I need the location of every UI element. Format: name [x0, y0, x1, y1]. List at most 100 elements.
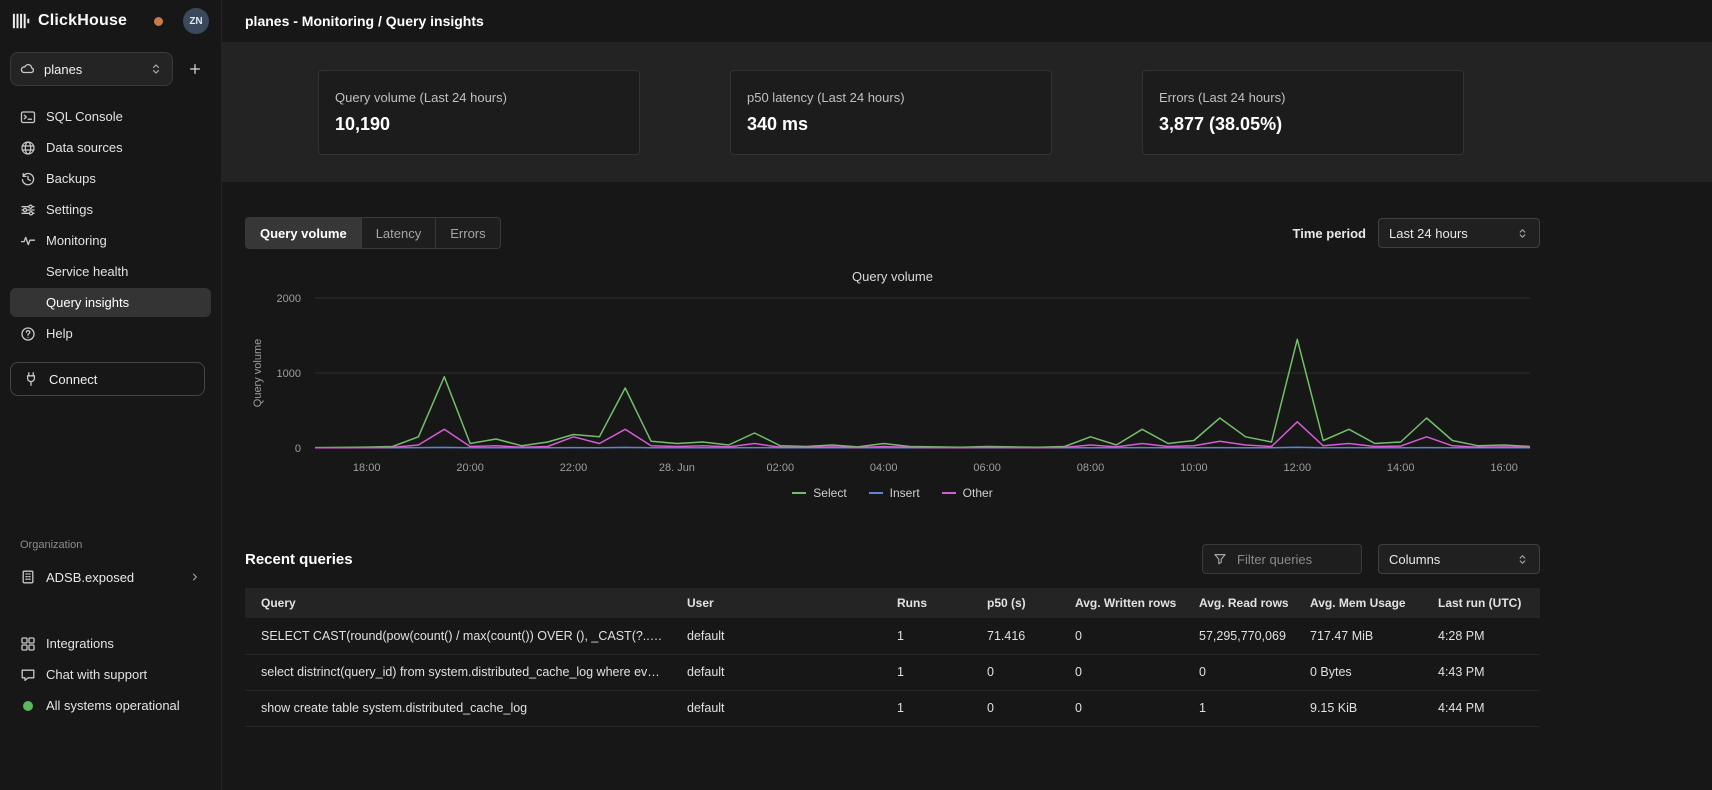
avg-read-cell: 0 [1187, 654, 1298, 690]
svg-text:04:00: 04:00 [870, 462, 898, 474]
sidebar-item-backups[interactable]: Backups [10, 164, 211, 193]
svg-text:10:00: 10:00 [1180, 462, 1208, 474]
user-cell: default [675, 618, 885, 654]
sidebar: ClickHouse ZN planes [0, 0, 222, 790]
avg-read-cell: 1 [1187, 690, 1298, 726]
tab-latency[interactable]: Latency [362, 218, 437, 248]
avatar[interactable]: ZN [183, 8, 209, 34]
connect-plug-icon [23, 371, 39, 387]
time-period-label: Time period [1293, 226, 1366, 241]
main-area: planes - Monitoring / Query insights Que… [222, 0, 1712, 790]
columns-label: Columns [1389, 552, 1440, 567]
nav-label: Service health [46, 264, 128, 279]
tab-query-volume[interactable]: Query volume [246, 218, 362, 248]
filter-funnel-icon [1213, 552, 1227, 566]
table-row[interactable]: show create table system.distributed_cac… [245, 690, 1540, 726]
query-cell: show create table system.distributed_cac… [245, 690, 675, 726]
service-selector[interactable]: planes [10, 52, 173, 86]
chart-legend: Select Insert Other [245, 486, 1540, 500]
chevron-up-down-icon [1516, 553, 1529, 566]
sidebar-item-settings[interactable]: Settings [10, 195, 211, 224]
last-run-cell: 4:44 PM [1426, 690, 1540, 726]
col-header-runs[interactable]: Runs [885, 588, 975, 618]
runs-cell: 1 [885, 654, 975, 690]
stat-label: p50 latency (Last 24 hours) [747, 90, 1035, 105]
stat-card-errors: Errors (Last 24 hours) 3,877 (38.05%) [1142, 70, 1464, 155]
filter-queries-input[interactable] [1235, 551, 1351, 568]
table-row[interactable]: select distrinct(query_id) from system.d… [245, 654, 1540, 690]
svg-text:02:00: 02:00 [767, 462, 795, 474]
sidebar-item-data-sources[interactable]: Data sources [10, 133, 211, 162]
nav-label: Data sources [46, 140, 123, 155]
sidebar-item-help[interactable]: Help [10, 319, 211, 348]
sidebar-item-system-status[interactable]: All systems operational [10, 691, 211, 720]
sidebar-item-sql-console[interactable]: SQL Console [10, 102, 211, 131]
organization-section-label: Organization [0, 539, 221, 551]
legend-label: Select [813, 486, 846, 500]
sidebar-item-integrations[interactable]: Integrations [10, 629, 211, 658]
settings-sliders-icon [20, 202, 36, 218]
status-ok-icon [20, 698, 36, 714]
table-row[interactable]: SELECT CAST(round(pow(count() / max(coun… [245, 618, 1540, 654]
legend-swatch-select [792, 492, 806, 494]
chevron-right-icon [189, 571, 201, 583]
topbar: planes - Monitoring / Query insights [222, 0, 1712, 42]
last-run-cell: 4:28 PM [1426, 618, 1540, 654]
avg-mem-cell: 9.15 KiB [1298, 690, 1426, 726]
organization-row[interactable]: ADSB.exposed [10, 561, 211, 593]
legend-item-insert[interactable]: Insert [869, 486, 920, 500]
col-header-p50[interactable]: p50 (s) [975, 588, 1063, 618]
backups-icon [20, 171, 36, 187]
tab-errors[interactable]: Errors [436, 218, 499, 248]
recent-queries-header: Recent queries Columns [245, 544, 1540, 574]
notification-dot [154, 17, 163, 26]
sidebar-footer: Integrations Chat with support All syste… [0, 629, 221, 790]
legend-label: Other [963, 486, 993, 500]
chart-title: Query volume [245, 269, 1540, 284]
sidebar-item-service-health[interactable]: Service health [10, 257, 211, 286]
svg-text:0: 0 [295, 443, 301, 455]
nav-label: Backups [46, 171, 96, 186]
logo-row: ClickHouse ZN [0, 0, 221, 42]
nav-label: Chat with support [46, 667, 147, 682]
nav-label: Integrations [46, 636, 114, 651]
stat-label: Errors (Last 24 hours) [1159, 90, 1447, 105]
recent-queries-table: Query User Runs p50 (s) Avg. Written row… [245, 588, 1540, 727]
svg-text:12:00: 12:00 [1284, 462, 1312, 474]
time-period-select[interactable]: Last 24 hours [1378, 218, 1540, 248]
sidebar-item-monitoring[interactable]: Monitoring [10, 226, 211, 255]
sidebar-item-chat-support[interactable]: Chat with support [10, 660, 211, 689]
col-header-user[interactable]: User [675, 588, 885, 618]
connect-button[interactable]: Connect [10, 362, 205, 396]
sort-ascending-icon [1526, 598, 1528, 608]
table-header-row: Query User Runs p50 (s) Avg. Written row… [245, 588, 1540, 618]
stat-value: 3,877 (38.05%) [1159, 114, 1447, 135]
sidebar-item-query-insights[interactable]: Query insights [10, 288, 211, 317]
columns-select[interactable]: Columns [1378, 544, 1540, 574]
legend-item-other[interactable]: Other [942, 486, 993, 500]
help-icon [20, 326, 36, 342]
legend-item-select[interactable]: Select [792, 486, 846, 500]
avg-written-cell: 0 [1063, 654, 1187, 690]
col-header-avg-read[interactable]: Avg. Read rows [1187, 588, 1298, 618]
svg-text:06:00: 06:00 [973, 462, 1001, 474]
recent-queries-title: Recent queries [245, 551, 1186, 568]
avg-mem-cell: 717.47 MiB [1298, 618, 1426, 654]
col-header-query[interactable]: Query [245, 588, 675, 618]
col-header-avg-mem[interactable]: Avg. Mem Usage [1298, 588, 1426, 618]
chart-tab-group: Query volume Latency Errors [245, 217, 501, 249]
sidebar-nav: SQL Console Data sources Backups [0, 92, 221, 348]
chat-icon [20, 667, 36, 683]
filter-queries-box [1202, 544, 1362, 574]
avg-mem-cell: 0 Bytes [1298, 654, 1426, 690]
tabs-row: Query volume Latency Errors Time period … [245, 217, 1540, 249]
content: Query volume Latency Errors Time period … [222, 182, 1712, 790]
organization-name: ADSB.exposed [46, 570, 134, 585]
col-header-last-run[interactable]: Last run (UTC) [1426, 588, 1540, 618]
add-service-button[interactable] [181, 55, 209, 83]
breadcrumb: planes - Monitoring / Query insights [245, 13, 484, 29]
stat-value: 340 ms [747, 114, 1035, 135]
nav-label: Settings [46, 202, 93, 217]
col-header-avg-written[interactable]: Avg. Written rows [1063, 588, 1187, 618]
svg-text:1000: 1000 [277, 368, 301, 380]
